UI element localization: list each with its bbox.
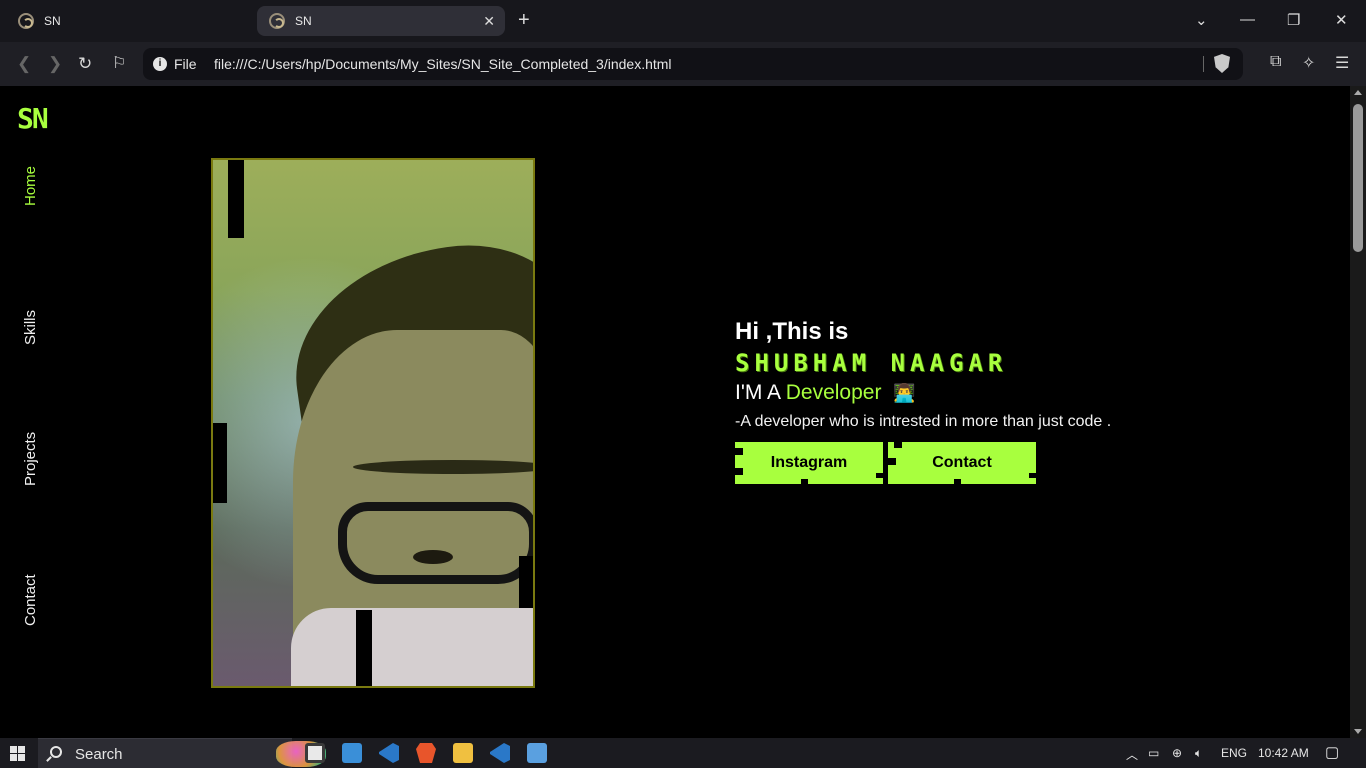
browser-toolbar: ❮ ❯ ↻ ⚐ i File file:///C:/Users/hp/Docum… [0, 42, 1366, 86]
back-arrow-icon[interactable]: ❮ [17, 54, 31, 74]
role-line: I'M A Developer 👨‍💻 [735, 378, 1111, 409]
site-logo[interactable]: SN [17, 102, 49, 135]
hero-buttons: Instagram Contact [735, 442, 1111, 484]
profile-photo [211, 158, 535, 688]
tab-title: SN [295, 14, 312, 28]
file-explorer-icon[interactable] [453, 743, 473, 763]
battery-icon[interactable]: ▭ [1148, 746, 1159, 760]
nav-link-projects[interactable]: Projects [22, 432, 39, 486]
vscode-icon-2[interactable] [490, 743, 510, 763]
remote-desktop-icon[interactable] [527, 743, 547, 763]
vscode-icon[interactable] [379, 743, 399, 763]
hero-section: Hi ,This is SHUBHAM NAAGAR I'M A Develop… [735, 316, 1111, 484]
hero-name: SHUBHAM NAAGAR [735, 349, 1008, 377]
windows-start-icon[interactable] [10, 746, 25, 761]
page-viewport: SN Home Skills Projects Contact Hi ,This… [0, 86, 1350, 738]
windows-taskbar: Search ︿ ▭ ⊕ 🔈︎ ENG 10:42 AM ▢ [0, 738, 1366, 768]
glitch-block [519, 556, 533, 608]
glitch-block [356, 610, 372, 686]
notifications-icon[interactable]: ▢ [1325, 743, 1339, 761]
greeting-text: Hi ,This is [735, 318, 849, 345]
site-favicon-icon [18, 13, 34, 29]
scheme-label: File [174, 56, 197, 72]
nav-link-skills[interactable]: Skills [22, 310, 39, 345]
desktop-icon[interactable] [342, 743, 362, 763]
close-tab-icon[interactable]: ✕ [483, 13, 495, 30]
brave-browser-icon[interactable] [416, 743, 436, 763]
brave-shield-icon[interactable] [1214, 54, 1230, 73]
extensions-icon[interactable]: ⧉ [1270, 53, 1281, 71]
show-hidden-icons-icon[interactable]: ︿ [1126, 746, 1138, 763]
leo-ai-icon[interactable]: ✧ [1302, 53, 1315, 73]
info-icon[interactable]: i [153, 57, 167, 71]
url-text[interactable]: file:///C:/Users/hp/Documents/My_Sites/S… [214, 56, 672, 72]
address-divider [1203, 56, 1204, 72]
language-indicator[interactable]: ENG [1221, 746, 1247, 760]
instagram-button-label: Instagram [770, 454, 848, 471]
scroll-thumb[interactable] [1353, 104, 1363, 252]
reload-icon[interactable]: ↻ [78, 54, 92, 74]
site-favicon-icon [269, 13, 285, 29]
taskbar-search[interactable]: Search [38, 738, 326, 768]
restore-button[interactable]: ❐ [1287, 11, 1300, 29]
search-label: Search [75, 746, 123, 763]
search-icon [50, 746, 62, 758]
browser-tab-bar: SN SN ✕ + ⌄ — ❐ ✕ [0, 0, 1366, 42]
forward-arrow-icon[interactable]: ❯ [48, 54, 62, 74]
glitch-block [213, 423, 227, 503]
nav-link-home[interactable]: Home [22, 166, 39, 206]
browser-tab-1[interactable]: SN [6, 6, 254, 36]
nav-link-contact[interactable]: Contact [22, 574, 39, 626]
developer-emoji-icon: 👨‍💻 [893, 383, 916, 404]
page-scrollbar[interactable] [1350, 86, 1366, 738]
contact-button[interactable]: Contact [888, 442, 1036, 484]
scroll-down-arrow-icon[interactable] [1354, 729, 1362, 734]
volume-icon[interactable]: 🔈︎ [1195, 746, 1202, 761]
scroll-up-arrow-icon[interactable] [1354, 90, 1362, 95]
bookmark-icon[interactable]: ⚐ [112, 54, 126, 74]
address-bar[interactable]: i File file:///C:/Users/hp/Documents/My_… [143, 48, 1243, 80]
tab-title: SN [44, 14, 61, 28]
role-prefix: I'M A [735, 381, 780, 404]
tab-search-chevron-icon[interactable]: ⌄ [1195, 11, 1208, 29]
menu-icon[interactable]: ☰ [1335, 53, 1349, 73]
instagram-button[interactable]: Instagram [735, 442, 883, 484]
browser-tab-2[interactable]: SN ✕ [257, 6, 505, 36]
role-text: Developer [785, 381, 882, 404]
media-player-icon[interactable] [305, 743, 325, 763]
network-icon[interactable]: ⊕ [1172, 746, 1182, 760]
clock[interactable]: 10:42 AM [1258, 746, 1309, 760]
minimize-button[interactable]: — [1240, 11, 1255, 28]
contact-button-label: Contact [932, 454, 992, 471]
close-window-button[interactable]: ✕ [1335, 11, 1348, 29]
new-tab-button[interactable]: + [518, 10, 530, 30]
glitch-block [228, 160, 244, 238]
tagline-text: -A developer who is intrested in more th… [735, 413, 1112, 430]
